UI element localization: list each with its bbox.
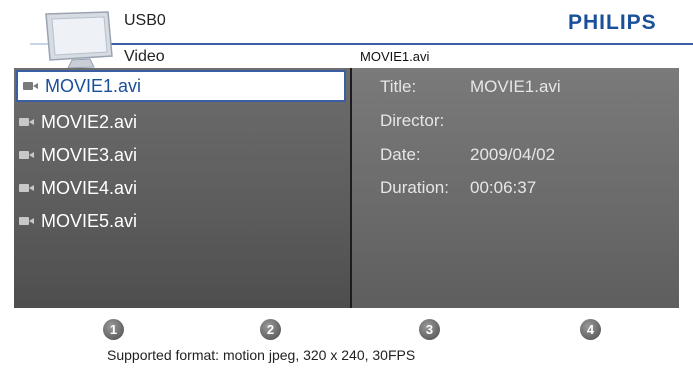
info-key: Date: bbox=[380, 145, 421, 164]
number-button-1[interactable]: 1 bbox=[103, 319, 124, 340]
info-key: Duration: bbox=[380, 178, 449, 197]
current-file-label: MOVIE1.avi bbox=[360, 49, 430, 64]
video-camera-icon bbox=[19, 183, 35, 193]
source-label: USB0 bbox=[124, 12, 166, 29]
category-label: Video bbox=[124, 48, 165, 65]
file-name: MOVIE5.avi bbox=[41, 210, 138, 231]
info-value: MOVIE1.avi bbox=[470, 77, 561, 96]
button-bar: 1 2 3 4 bbox=[14, 308, 679, 373]
file-name: MOVIE4.avi bbox=[41, 177, 138, 198]
video-camera-icon bbox=[19, 216, 35, 226]
file-item[interactable]: MOVIE1.avi bbox=[16, 70, 346, 102]
info-row-title: Title: MOVIE1.avi bbox=[380, 77, 561, 103]
file-name: MOVIE3.avi bbox=[41, 144, 138, 165]
file-item[interactable]: MOVIE4.avi bbox=[14, 172, 346, 204]
supported-format-text: Supported format: motion jpeg, 320 x 240… bbox=[107, 347, 416, 363]
info-value: 00:06:37 bbox=[470, 178, 537, 197]
number-button-4[interactable]: 4 bbox=[580, 319, 601, 340]
video-camera-icon bbox=[19, 150, 35, 160]
video-camera-icon bbox=[19, 117, 35, 127]
info-key: Director: bbox=[380, 111, 445, 130]
info-row-date: Date: 2009/04/02 bbox=[380, 145, 555, 171]
file-name: MOVIE1.avi bbox=[45, 75, 142, 96]
info-row-director: Director: bbox=[380, 111, 470, 137]
number-button-2[interactable]: 2 bbox=[260, 319, 281, 340]
number-button-3[interactable]: 3 bbox=[419, 319, 440, 340]
file-item[interactable]: MOVIE2.avi bbox=[14, 106, 346, 138]
info-value: 2009/04/02 bbox=[470, 145, 556, 164]
brand-logo: PHILIPS bbox=[568, 11, 657, 34]
header-divider-line bbox=[110, 43, 693, 45]
info-key: Title: bbox=[380, 77, 417, 96]
file-list-panel: MOVIE1.avi MOVIE2.avi MOVIE3.avi MOVIE4.… bbox=[14, 68, 350, 308]
file-item[interactable]: MOVIE3.avi bbox=[14, 139, 346, 171]
header: USB0 Video MOVIE1.avi PHILIPS bbox=[0, 0, 693, 69]
info-row-duration: Duration: 00:06:37 bbox=[380, 178, 536, 204]
file-info-panel: Title: MOVIE1.avi Director: Date: 2009/0… bbox=[352, 68, 679, 308]
tv-icon bbox=[45, 11, 113, 69]
video-camera-icon bbox=[23, 81, 39, 91]
file-item[interactable]: MOVIE5.avi bbox=[14, 205, 346, 237]
file-name: MOVIE2.avi bbox=[41, 111, 138, 132]
